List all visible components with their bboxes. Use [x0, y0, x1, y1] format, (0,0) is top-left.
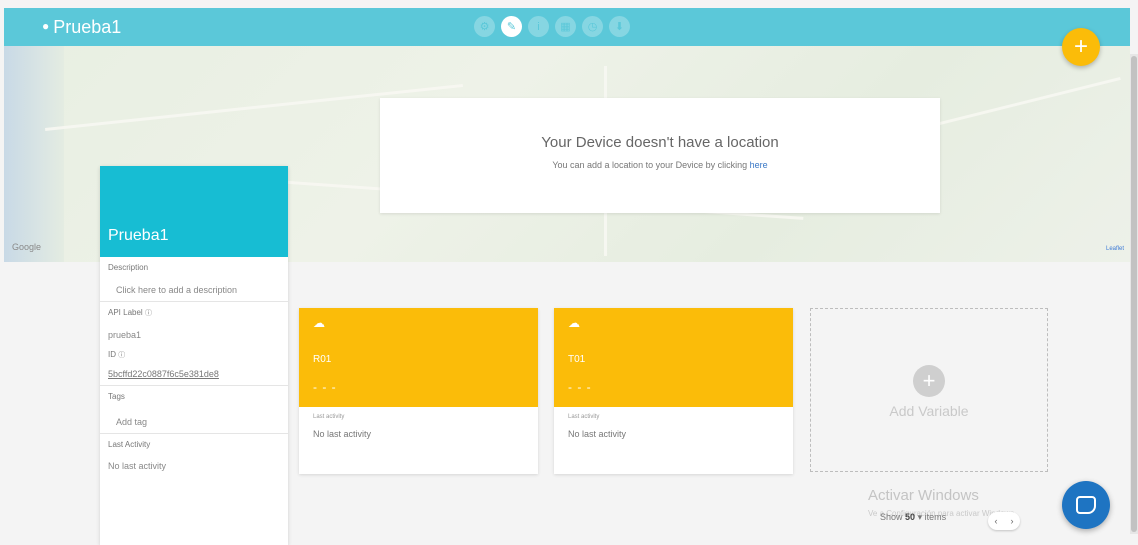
add-tag-input[interactable]: Add tag — [108, 417, 280, 427]
info-icon[interactable]: ⓘ — [118, 352, 125, 359]
variable-card-header: ☁ T01 - - - — [554, 308, 793, 407]
add-variable-button[interactable]: + Add Variable — [810, 308, 1048, 472]
device-header: Prueba1 — [100, 166, 288, 257]
events-icon[interactable]: ◷ — [582, 16, 603, 37]
pagination-controls: ‹ › — [988, 512, 1020, 530]
variable-name: T01 — [568, 354, 586, 365]
settings-icon[interactable]: ⚙ — [474, 16, 495, 37]
variable-value: - - - — [568, 380, 592, 394]
chat-icon — [1076, 496, 1096, 514]
device-id-value[interactable]: 5bcffd22c0887f6c5e381de8 — [108, 369, 280, 379]
variable-last-activity-label: Last activity — [313, 414, 345, 420]
variable-last-activity-label: Last activity — [568, 414, 600, 420]
no-location-title: Your Device doesn't have a location — [541, 134, 779, 151]
add-variable-label: Add Variable — [889, 403, 969, 419]
device-name[interactable]: Prueba1 — [108, 227, 169, 245]
api-label-value[interactable]: prueba1 — [108, 330, 280, 340]
last-activity-label: Last Activity — [108, 440, 151, 449]
map-attribution[interactable]: Leaflet — [1106, 246, 1124, 252]
chat-support-button[interactable] — [1062, 481, 1110, 529]
variable-last-activity-value: No last activity — [568, 429, 627, 439]
id-label: ID ⓘ — [108, 350, 126, 359]
map-google-logo: Google — [12, 242, 42, 252]
windows-activation-watermark: Activar Windows — [868, 487, 979, 504]
cloud-icon: ☁ — [568, 316, 580, 330]
variable-value: - - - — [313, 380, 337, 394]
description-label: Description — [108, 263, 149, 272]
device-tags-section: Tags Add tag — [100, 386, 288, 434]
device-api-section: API Label ⓘ prueba1 ID ⓘ 5bcffd22c0887f6… — [100, 302, 288, 386]
last-activity-value: No last activity — [108, 461, 167, 471]
widgets-icon[interactable]: ▦ — [555, 16, 576, 37]
device-info-panel: Prueba1 Description Click here to add a … — [100, 166, 288, 545]
map-water — [4, 46, 64, 262]
tags-label: Tags — [108, 392, 125, 401]
variable-card[interactable]: ☁ R01 - - - Last activity No last activi… — [299, 308, 538, 474]
download-icon[interactable]: ⬇ — [609, 16, 630, 37]
chevron-down-icon: ▾ — [917, 512, 923, 522]
status-dot-icon: ● — [42, 19, 50, 33]
plus-icon: + — [913, 365, 945, 397]
variable-card-header: ☁ R01 - - - — [299, 308, 538, 407]
variable-name: R01 — [313, 354, 332, 365]
prev-page-icon[interactable]: ‹ — [995, 516, 998, 526]
app-header: ● Prueba1 ⚙ ✎ i ▦ ◷ ⬇ — [4, 8, 1130, 46]
add-location-link[interactable]: here — [750, 160, 768, 170]
cloud-icon: ☁ — [313, 316, 325, 330]
items-per-page-selector[interactable]: Show 50 ▾ items — [880, 512, 946, 523]
description-input[interactable]: Click here to add a description — [108, 285, 280, 295]
no-location-card: Your Device doesn't have a location You … — [380, 98, 940, 213]
add-fab-button[interactable]: + — [1062, 28, 1100, 66]
header-toolbar: ⚙ ✎ i ▦ ◷ ⬇ — [474, 16, 630, 37]
page-title: ● Prueba1 — [42, 17, 122, 37]
device-description-section: Description Click here to add a descript… — [100, 257, 288, 302]
device-last-activity-section: Last Activity No last activity — [100, 434, 288, 477]
scrollbar-thumb[interactable] — [1131, 56, 1137, 532]
info-icon[interactable]: i — [528, 16, 549, 37]
variable-card[interactable]: ☁ T01 - - - Last activity No last activi… — [554, 308, 793, 474]
edit-icon[interactable]: ✎ — [501, 16, 522, 37]
variable-last-activity-value: No last activity — [313, 429, 372, 439]
next-page-icon[interactable]: › — [1011, 516, 1014, 526]
api-label-label: API Label ⓘ — [108, 308, 152, 317]
no-location-subtitle: You can add a location to your Device by… — [552, 160, 768, 170]
info-icon[interactable]: ⓘ — [145, 310, 152, 317]
